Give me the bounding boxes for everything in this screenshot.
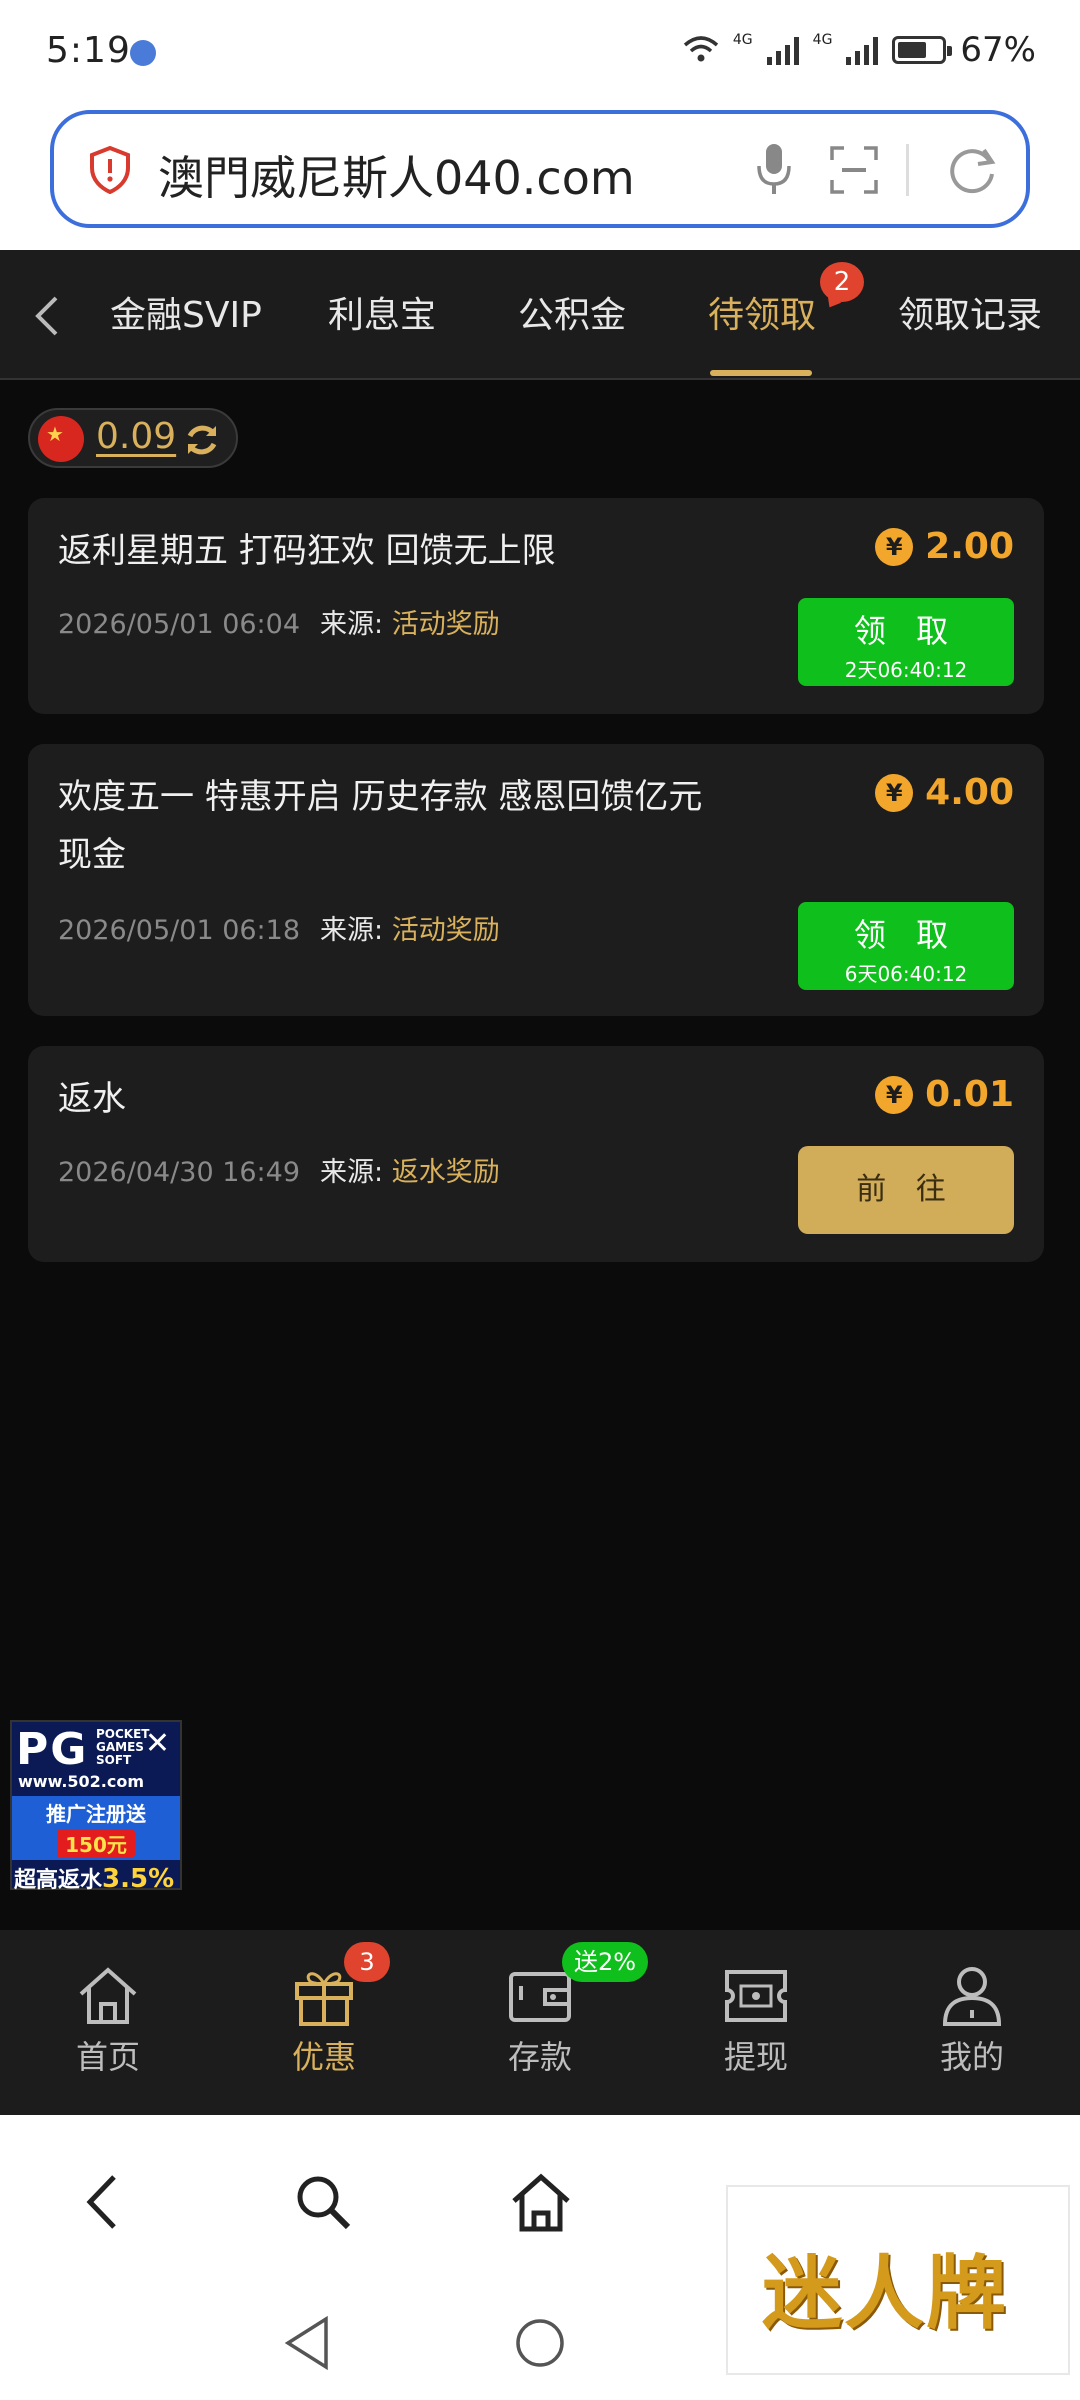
system-back-icon[interactable]	[282, 2315, 332, 2371]
yuan-coin-icon: ¥	[875, 773, 914, 812]
go-button[interactable]: 前 往	[798, 1146, 1014, 1234]
home-icon	[79, 1967, 137, 2024]
claim-button-label: 领 取	[853, 916, 959, 954]
nav-deposit-label: 存款	[507, 2038, 572, 2076]
scan-icon[interactable]	[830, 146, 878, 194]
claim-countdown: 2天06:40:12	[844, 658, 968, 682]
reward-meta: 2026/04/30 16:49 来源: 返水奖励	[58, 1150, 500, 1189]
tab-bar: 金融SVIP 利息宝 公积金 待领取 领取记录	[0, 250, 1080, 380]
clock: 5:19	[46, 30, 131, 71]
tab-fund[interactable]: 公积金	[518, 286, 626, 338]
refresh-icon[interactable]	[182, 420, 222, 460]
balance-pill: ★ 0.09	[28, 408, 238, 468]
tab-finance-svip[interactable]: 金融SVIP	[110, 286, 262, 338]
network-type-1: 4G	[732, 32, 753, 48]
reload-icon[interactable]	[944, 142, 1000, 198]
signal-icon-1	[766, 35, 799, 65]
wifi-icon	[683, 36, 719, 62]
reward-source: 活动奖励	[391, 609, 500, 640]
address-bar[interactable]: 澳門威尼斯人040.com	[50, 110, 1030, 228]
browser-toolbar: 澳門威尼斯人040.com	[0, 100, 1080, 250]
promo-rate: 3.5%	[102, 1864, 175, 1894]
reward-card: 欢度五一 特惠开启 历史存款 感恩回馈亿元现金 ¥ 4.00 2026/05/0…	[28, 744, 1044, 1016]
source-label: 来源:	[320, 915, 384, 946]
source-label: 来源:	[320, 1157, 384, 1188]
promo-line1: 推广注册送	[46, 1802, 146, 1826]
promo-rebate: 超高返水3.5%	[14, 1862, 174, 1894]
reward-date: 2026/05/01 06:04	[58, 609, 301, 640]
active-tab-indicator	[710, 370, 812, 376]
watermark-logo: 迷人牌	[726, 2185, 1070, 2375]
home-icon[interactable]	[506, 2167, 576, 2237]
pending-count-badge: 2	[820, 262, 864, 302]
security-shield-icon[interactable]	[88, 146, 132, 194]
network-type-2: 4G	[812, 32, 833, 48]
china-flag-icon: ★	[38, 416, 84, 462]
signal-icon-2	[846, 35, 879, 65]
tab-pending[interactable]: 待领取	[708, 286, 816, 338]
reward-amount: ¥ 2.00	[875, 526, 1014, 567]
reward-date: 2026/05/01 06:18	[58, 915, 301, 946]
reward-date: 2026/04/30 16:49	[58, 1157, 301, 1188]
nav-withdraw-label: 提现	[723, 2038, 788, 2076]
balance-value[interactable]: 0.09	[96, 416, 176, 457]
reward-title: 返利星期五 打码狂欢 回馈无上限	[58, 531, 556, 571]
tab-interest[interactable]: 利息宝	[328, 286, 436, 338]
nav-home[interactable]: 首页	[38, 1960, 178, 2078]
source-label: 来源:	[320, 609, 384, 640]
nav-withdraw[interactable]: 提现	[686, 1960, 826, 2078]
claim-countdown: 6天06:40:12	[844, 962, 968, 986]
promo-amount: 150元	[57, 1829, 135, 1858]
claim-button[interactable]: 领 取 2天06:40:12	[798, 598, 1014, 686]
battery-icon	[892, 36, 953, 64]
url-text[interactable]: 澳門威尼斯人040.com	[158, 142, 635, 208]
user-icon	[942, 1967, 1002, 2026]
withdraw-icon	[725, 1970, 787, 2022]
nav-promotions-label: 优惠	[291, 2038, 356, 2076]
yuan-coin-icon: ¥	[875, 527, 914, 566]
pg-logo: PG	[16, 1724, 89, 1775]
nav-profile-label: 我的	[939, 2038, 1004, 2076]
reward-amount: ¥ 4.00	[875, 772, 1014, 813]
tab-claim-history[interactable]: 领取记录	[898, 286, 1042, 338]
reward-amount: ¥ 0.01	[875, 1074, 1014, 1115]
search-icon[interactable]	[288, 2167, 358, 2237]
close-icon[interactable]: ✕	[145, 1726, 170, 1761]
reward-title: 返水	[58, 1079, 126, 1119]
reward-title: 欢度五一 特惠开启 历史存款 感恩回馈亿元现金	[58, 777, 703, 875]
promo-register-banner: 推广注册送 150元	[12, 1796, 180, 1860]
promotions-badge: 3	[344, 1942, 390, 1982]
reward-amount-value: 4.00	[925, 772, 1014, 813]
reward-source: 活动奖励	[391, 915, 500, 946]
battery-percent: 67%	[960, 30, 1036, 70]
system-home-icon[interactable]	[514, 2317, 566, 2369]
yuan-coin-icon: ¥	[875, 1075, 914, 1114]
bottom-nav: 首页 优惠 存款 提现 我的 3 送2%	[0, 1930, 1080, 2115]
reward-card: 返水 ¥ 0.01 2026/04/30 16:49 来源: 返水奖励 前 往	[28, 1046, 1044, 1262]
microphone-icon[interactable]	[754, 140, 794, 200]
watermark-text: 迷人牌	[762, 2246, 1008, 2340]
claim-button-label: 领 取	[853, 612, 959, 650]
back-icon[interactable]	[70, 2167, 140, 2237]
reward-amount-value: 2.00	[925, 526, 1014, 567]
promo-site: www.502.com	[18, 1772, 145, 1791]
status-bar: 5:19 4G 4G 67%	[0, 0, 1080, 100]
promo-floating-ad[interactable]: PG POCKET GAMES SOFT ✕ www.502.com 推广注册送…	[10, 1720, 182, 1894]
claim-button[interactable]: 领 取 6天06:40:12	[798, 902, 1014, 990]
nav-profile[interactable]: 我的	[902, 1960, 1042, 2078]
chevron-left-icon[interactable]	[30, 294, 66, 338]
reward-source: 返水奖励	[391, 1157, 500, 1188]
divider	[906, 144, 909, 196]
reward-meta: 2026/05/01 06:04 来源: 活动奖励	[58, 602, 500, 641]
nav-home-label: 首页	[75, 2038, 140, 2076]
deposit-bonus-badge: 送2%	[562, 1942, 648, 1982]
reward-card: 返利星期五 打码狂欢 回馈无上限 ¥ 2.00 2026/05/01 06:04…	[28, 498, 1044, 714]
promo-line2: 超高返水	[14, 1868, 103, 1893]
notification-dot-icon	[130, 40, 156, 66]
reward-amount-value: 0.01	[925, 1074, 1014, 1115]
reward-meta: 2026/05/01 06:18 来源: 活动奖励	[58, 908, 500, 947]
status-icons: 4G 4G 67%	[683, 30, 1036, 70]
